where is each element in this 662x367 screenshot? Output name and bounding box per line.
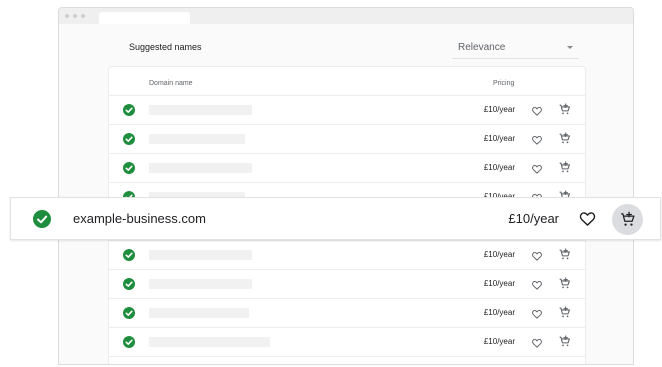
check-circle-icon: [123, 133, 135, 145]
highlighted-domain-name: example-business.com: [73, 211, 206, 226]
add-shopping-cart-icon: [619, 211, 636, 228]
result-row[interactable]: £10/year: [109, 356, 585, 365]
window-close-dot[interactable]: [65, 14, 69, 18]
domain-price: £10/year: [483, 134, 515, 143]
sort-select[interactable]: Relevance: [452, 36, 579, 59]
heart-outline-icon[interactable]: [531, 307, 543, 319]
result-row[interactable]: £10/year: [109, 269, 585, 298]
check-circle-icon: [123, 162, 135, 174]
domain-name-placeholder: [149, 250, 252, 260]
add-shopping-cart-icon[interactable]: [558, 364, 571, 365]
browser-tab[interactable]: [99, 12, 190, 24]
add-shopping-cart-icon[interactable]: [558, 277, 571, 290]
domain-price: £10/year: [483, 337, 515, 346]
column-header-domain: Domain name: [149, 80, 193, 87]
domain-price: £10/year: [483, 105, 515, 114]
domain-name-placeholder: [149, 134, 245, 144]
heart-outline-icon[interactable]: [531, 336, 543, 348]
add-shopping-cart-icon[interactable]: [558, 335, 571, 348]
add-shopping-cart-icon[interactable]: [558, 248, 571, 261]
add-shopping-cart-icon[interactable]: [558, 306, 571, 319]
domain-name-placeholder: [149, 279, 252, 289]
result-row[interactable]: £10/year: [109, 124, 585, 153]
sort-select-value: Relevance: [458, 42, 506, 53]
add-shopping-cart-icon[interactable]: [558, 132, 571, 145]
heart-outline-icon[interactable]: [531, 249, 543, 261]
browser-window: Suggested names Relevance Domain name Pr…: [58, 7, 634, 365]
page: Suggested names Relevance Domain name Pr…: [0, 0, 662, 367]
check-circle-icon: [123, 336, 135, 348]
domain-name-placeholder: [149, 308, 249, 318]
check-circle-icon: [123, 278, 135, 290]
add-to-cart-button[interactable]: [612, 204, 643, 235]
domain-price: £10/year: [483, 279, 515, 288]
domain-name-placeholder: [149, 163, 252, 173]
column-header-pricing: Pricing: [493, 80, 515, 87]
check-circle-icon: [33, 210, 51, 228]
heart-outline-icon[interactable]: [531, 133, 543, 145]
highlighted-result-row[interactable]: example-business.com £10/year: [10, 197, 661, 240]
result-row[interactable]: £10/year: [109, 327, 585, 356]
heart-outline-icon[interactable]: [578, 209, 597, 228]
heart-outline-icon[interactable]: [531, 104, 543, 116]
window-minimize-dot[interactable]: [73, 14, 77, 18]
window-maximize-dot[interactable]: [81, 14, 85, 18]
check-circle-icon: [123, 307, 135, 319]
check-circle-icon: [123, 249, 135, 261]
domain-price: £10/year: [483, 163, 515, 172]
result-row[interactable]: £10/year: [109, 298, 585, 327]
browser-titlebar: [59, 8, 633, 24]
check-circle-icon: [123, 104, 135, 116]
heart-outline-icon[interactable]: [531, 162, 543, 174]
add-shopping-cart-icon[interactable]: [558, 161, 571, 174]
search-results-page: Suggested names Relevance Domain name Pr…: [59, 24, 633, 365]
domain-price: £10/year: [483, 250, 515, 259]
result-row[interactable]: £10/year: [109, 240, 585, 269]
highlighted-domain-price: £10/year: [508, 211, 559, 226]
result-row[interactable]: £10/year: [109, 153, 585, 182]
result-row[interactable]: £10/year: [109, 95, 585, 124]
add-shopping-cart-icon[interactable]: [558, 103, 571, 116]
domain-price: £10/year: [483, 308, 515, 317]
domain-name-placeholder: [149, 105, 252, 115]
dropdown-caret-icon: [567, 46, 573, 49]
domain-name-placeholder: [149, 337, 270, 347]
heart-outline-icon[interactable]: [531, 278, 543, 290]
suggested-names-heading: Suggested names: [129, 42, 202, 52]
